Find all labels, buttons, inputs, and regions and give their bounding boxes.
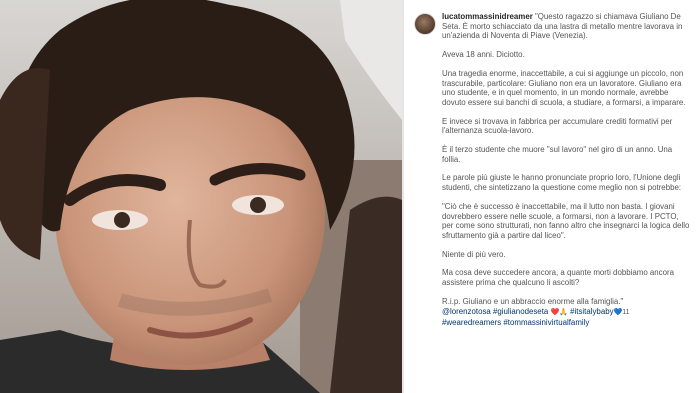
hashtag-link[interactable]: #wearedreamers #tommassinivirtualfamily (442, 318, 589, 327)
caption-paragraph: Niente di più vero. (442, 249, 506, 259)
caption-paragraph: E invece si trovava in fabbrica per accu… (442, 116, 673, 136)
caption-paragraph: Una tragedia enorme, inaccettabile, a cu… (442, 68, 686, 107)
caption-paragraph: "Ciò che è successo è inaccettabile, ma … (442, 201, 690, 240)
caption-text: lucatommassinidreamer "Questo ragazzo si… (442, 12, 692, 328)
heart-pray-emoji-icon: ❤️🙏 (550, 309, 568, 317)
post-photo (0, 0, 402, 393)
username-link[interactable]: lucatommassinidreamer (442, 12, 533, 21)
caption-paragraph: Ma cosa deve succedere ancora, a quante … (442, 268, 675, 288)
avatar[interactable] (414, 13, 436, 35)
hashtag-link[interactable]: @lorenzotosa #giulianodeseta (442, 307, 548, 316)
selfie-image (0, 0, 402, 393)
hashtag-link[interactable]: #itsitalybaby (570, 307, 613, 316)
caption-panel: lucatommassinidreamer "Questo ragazzo si… (404, 0, 700, 393)
caption-paragraph: Le parole più giuste le hanno pronunciat… (442, 173, 682, 193)
caption-paragraph: R.i.p. Giuliano e un abbraccio enorme al… (442, 296, 624, 306)
blue-heart-emoji-icon: 💙11 (613, 309, 630, 317)
caption-paragraph: È il terzo studente che muore "sul lavor… (442, 145, 673, 164)
caption-paragraph: Aveva 18 anni. Diciotto. (442, 50, 525, 60)
